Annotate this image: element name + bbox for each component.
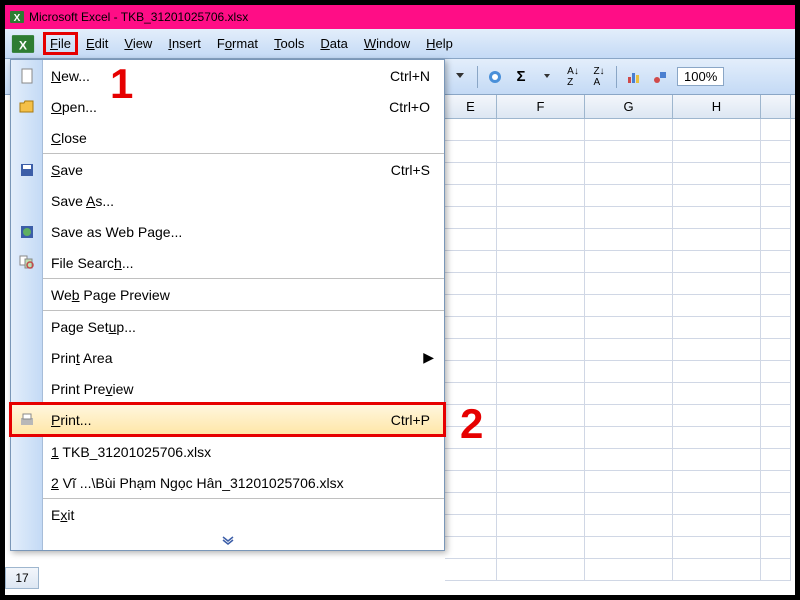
- col-header-partial[interactable]: [761, 95, 791, 118]
- annotation-2: 2: [460, 400, 483, 448]
- menu-exit[interactable]: Exit: [11, 499, 444, 530]
- menu-expand[interactable]: [11, 530, 444, 550]
- menu-print-area[interactable]: Print Area ▶: [11, 342, 444, 373]
- menu-help[interactable]: Help: [418, 32, 461, 55]
- svg-text:X: X: [19, 38, 28, 52]
- shortcut: Ctrl+N: [390, 68, 430, 84]
- grid-rows: [445, 119, 795, 581]
- col-header-f[interactable]: F: [497, 95, 585, 118]
- menu-file-search[interactable]: File Search...: [11, 247, 444, 278]
- save-web-icon: [17, 222, 37, 242]
- window-title: Microsoft Excel - TKB_31201025706.xlsx: [29, 10, 248, 24]
- menu-file[interactable]: File: [43, 32, 78, 55]
- col-header-h[interactable]: H: [673, 95, 761, 118]
- menu-window[interactable]: Window: [356, 32, 418, 55]
- titlebar: X Microsoft Excel - TKB_31201025706.xlsx: [5, 5, 795, 29]
- column-headers: E F G H: [445, 95, 795, 119]
- row-header-17[interactable]: 17: [5, 567, 39, 589]
- print-icon: [17, 410, 37, 430]
- menubar: X File Edit View Insert Format Tools Dat…: [5, 29, 795, 59]
- sort-desc-icon[interactable]: Z↓A: [587, 65, 611, 89]
- menu-web-preview[interactable]: Web Page Preview: [11, 279, 444, 310]
- annotation-1: 1: [110, 60, 133, 108]
- chart-icon[interactable]: [622, 65, 646, 89]
- row-header-area: 17: [5, 567, 39, 589]
- menu-save[interactable]: Save Ctrl+S: [11, 154, 444, 185]
- menu-print[interactable]: Print... Ctrl+P: [11, 404, 444, 435]
- excel-app-icon[interactable]: X: [9, 33, 37, 55]
- menu-view[interactable]: View: [116, 32, 160, 55]
- menu-print-preview[interactable]: Print Preview: [11, 373, 444, 404]
- separator: [477, 66, 478, 88]
- new-icon: [17, 66, 37, 86]
- drawing-icon[interactable]: [648, 65, 672, 89]
- menu-page-setup[interactable]: Page Setup...: [11, 311, 444, 342]
- separator: [616, 66, 617, 88]
- spreadsheet-grid[interactable]: E F G H: [445, 95, 795, 595]
- search-icon: [17, 253, 37, 273]
- file-dropdown: New... Ctrl+N Open... Ctrl+O Close Save …: [10, 59, 445, 551]
- hyperlink-icon[interactable]: [483, 65, 507, 89]
- menu-open[interactable]: Open... Ctrl+O: [11, 91, 444, 122]
- menu-close[interactable]: Close: [11, 122, 444, 153]
- menu-save-web[interactable]: Save as Web Page...: [11, 216, 444, 247]
- dropdown-icon[interactable]: [448, 65, 472, 89]
- col-header-g[interactable]: G: [585, 95, 673, 118]
- menu-new[interactable]: New... Ctrl+N: [11, 60, 444, 91]
- save-icon: [17, 160, 37, 180]
- menu-format[interactable]: Format: [209, 32, 266, 55]
- menu-save-as[interactable]: Save As...: [11, 185, 444, 216]
- menu-recent-1[interactable]: 1 TKB_31201025706.xlsx: [11, 436, 444, 467]
- col-header-e[interactable]: E: [445, 95, 497, 118]
- shortcut: Ctrl+O: [389, 99, 430, 115]
- svg-text:X: X: [14, 13, 21, 24]
- excel-icon: X: [9, 9, 25, 25]
- submenu-arrow-icon: ▶: [423, 349, 434, 366]
- zoom-level[interactable]: 100%: [677, 67, 724, 86]
- menu-tools[interactable]: Tools: [266, 32, 312, 55]
- menu-data[interactable]: Data: [312, 32, 355, 55]
- open-icon: [17, 97, 37, 117]
- menu-recent-2[interactable]: 2 Vĩ ...\Bùi Phạm Ngọc Hân_31201025706.x…: [11, 467, 444, 498]
- menu-insert[interactable]: Insert: [160, 32, 209, 55]
- autosum-icon[interactable]: Σ: [509, 65, 533, 89]
- shortcut: Ctrl+P: [391, 412, 430, 428]
- autosum-drop-icon[interactable]: [535, 65, 559, 89]
- sort-asc-icon[interactable]: A↓Z: [561, 65, 585, 89]
- menu-edit[interactable]: Edit: [78, 32, 116, 55]
- shortcut: Ctrl+S: [391, 162, 430, 178]
